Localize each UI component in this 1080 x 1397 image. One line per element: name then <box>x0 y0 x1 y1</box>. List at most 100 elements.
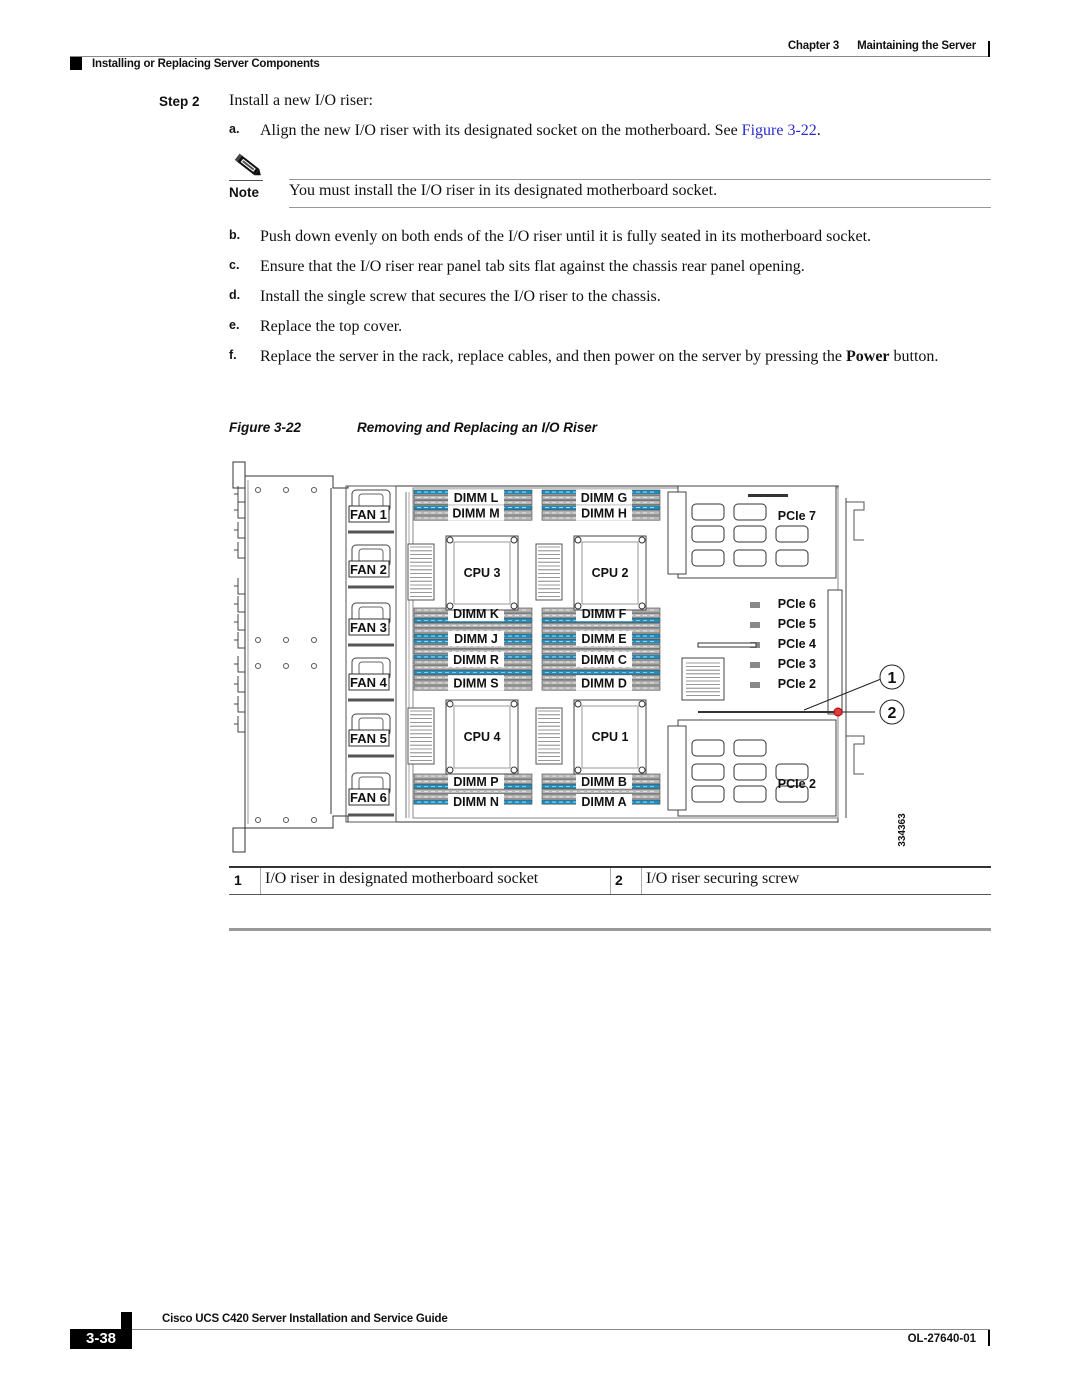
section-end-rule <box>229 928 991 931</box>
pcie-slot-connector <box>750 682 760 688</box>
pcie-slot-connector <box>750 662 760 668</box>
riser-cutout <box>691 763 725 781</box>
legend-num-2: 2 <box>615 872 623 888</box>
pcie-label: PCIe 5 <box>778 617 816 631</box>
dimm-label: DIMM K <box>453 607 499 621</box>
substep-text: Install the single screw that secures th… <box>260 288 661 305</box>
cpu-label: CPU 3 <box>464 566 501 580</box>
pcie-long-slot <box>697 642 757 648</box>
substep-text: Push down evenly on both ends of the I/O… <box>260 228 872 245</box>
rear-tab <box>846 735 865 775</box>
screw-icon <box>311 663 317 669</box>
dimm-label: DIMM P <box>453 775 498 789</box>
front-bay-tick <box>234 696 245 713</box>
page-number: 3-38 <box>70 1329 132 1349</box>
heatsink <box>535 543 563 601</box>
riser-cutout <box>733 503 767 521</box>
header-chapter: Chapter 3 Maintaining the Server <box>788 40 976 52</box>
screw-icon <box>283 817 289 823</box>
header-edge-bar <box>988 41 990 57</box>
figure-title: Removing and Replacing an I/O Riser <box>357 420 598 435</box>
figure-link[interactable]: Figure 3-22 <box>742 122 817 139</box>
doc-id: OL-27640-01 <box>907 1333 976 1345</box>
riser-cutout <box>691 503 725 521</box>
riser-cutout <box>733 763 767 781</box>
substep-marker: f. <box>229 348 237 362</box>
screw-icon <box>638 766 646 774</box>
dimm-label: DIMM B <box>581 775 627 789</box>
front-bay-tick <box>234 614 245 631</box>
substep-d: d. Install the single screw that secures… <box>229 286 994 307</box>
legend-num-1: 1 <box>234 872 242 888</box>
riser-cutout <box>691 549 725 567</box>
rear-tab <box>846 501 865 541</box>
screw-icon <box>574 602 582 610</box>
legend-text-1: I/O riser in designated motherboard sock… <box>265 870 539 887</box>
dimm-label: DIMM L <box>454 491 499 505</box>
riser-cutout <box>733 525 767 543</box>
chapter-title: Maintaining the Server <box>857 40 976 52</box>
dimm-label: DIMM N <box>453 795 499 809</box>
note-icon-underline <box>229 180 263 181</box>
chapter-number: Chapter 3 <box>787 40 840 52</box>
front-bay-tick <box>234 656 245 673</box>
pcie-label: PCIe 3 <box>778 657 816 671</box>
front-bay-tick <box>234 542 245 559</box>
pcie-slot-connector <box>750 622 760 628</box>
substep-c: c. Ensure that the I/O riser rear panel … <box>229 256 994 277</box>
front-bay-tick <box>234 632 245 649</box>
dimm-label: DIMM G <box>581 491 628 505</box>
note-label: Note <box>229 185 259 200</box>
heatsink <box>535 707 563 765</box>
fan-label: FAN 6 <box>350 790 387 805</box>
dimm-label: DIMM E <box>581 632 626 646</box>
riser-handle <box>667 491 687 575</box>
substep-text: Ensure that the I/O riser rear panel tab… <box>260 258 805 275</box>
front-handle-top <box>232 461 246 489</box>
securing-screw <box>833 707 843 717</box>
dimm-label: DIMM D <box>581 676 627 690</box>
cpu-label: CPU 4 <box>464 730 501 744</box>
cpu-label: CPU 1 <box>592 730 629 744</box>
server-diagram: FAN 1 FAN 2 FAN 3 FAN 4 FAN 5 FAN 6 DIMM L DIMM… <box>228 458 928 858</box>
substep-f: f. Replace the server in the rack, repla… <box>229 346 994 367</box>
pcie-label: PCIe 6 <box>778 597 816 611</box>
fan-label: FAN 5 <box>350 731 387 746</box>
screw-icon <box>283 663 289 669</box>
substep-b: b. Push down evenly on both ends of the … <box>229 226 994 247</box>
footer-edge-bar <box>988 1330 990 1346</box>
legend-divider <box>641 868 642 894</box>
front-bay-tick <box>234 522 245 539</box>
screw-icon <box>446 700 454 708</box>
substep-marker: d. <box>229 288 241 302</box>
riser-cutout <box>691 785 725 803</box>
riser-connector <box>748 494 788 497</box>
screw-icon <box>510 536 518 544</box>
substep-marker: b. <box>229 228 241 242</box>
substep-punct: . <box>816 122 821 139</box>
legend-bottom-rule <box>229 894 991 895</box>
screw-icon <box>638 700 646 708</box>
pcie-slot-connector <box>750 602 760 608</box>
substep-text: Replace the server in the rack, replace … <box>260 348 846 365</box>
note-bottom-rule <box>289 207 991 208</box>
riser-cutout <box>733 739 767 757</box>
dimm-label: DIMM M <box>452 506 499 520</box>
heatsink <box>407 543 435 601</box>
screw-icon <box>638 536 646 544</box>
header-square-marker <box>70 57 82 70</box>
figure-art-id: 334363 <box>897 813 908 847</box>
dimm-label: DIMM F <box>582 607 627 621</box>
dimm-label: DIMM J <box>454 632 498 646</box>
screw-icon <box>574 766 582 774</box>
riser-cutout <box>691 739 725 757</box>
note-text: You must install the I/O riser in its de… <box>289 182 718 199</box>
fan-label: FAN 3 <box>350 620 387 635</box>
screw-icon <box>510 602 518 610</box>
callout-number-1: 1 <box>888 670 897 687</box>
substep-text-end: button. <box>889 348 939 365</box>
screw-icon <box>638 602 646 610</box>
header-rule <box>70 56 990 57</box>
riser-handle <box>667 725 687 811</box>
header-section: Installing or Replacing Server Component… <box>92 58 320 70</box>
